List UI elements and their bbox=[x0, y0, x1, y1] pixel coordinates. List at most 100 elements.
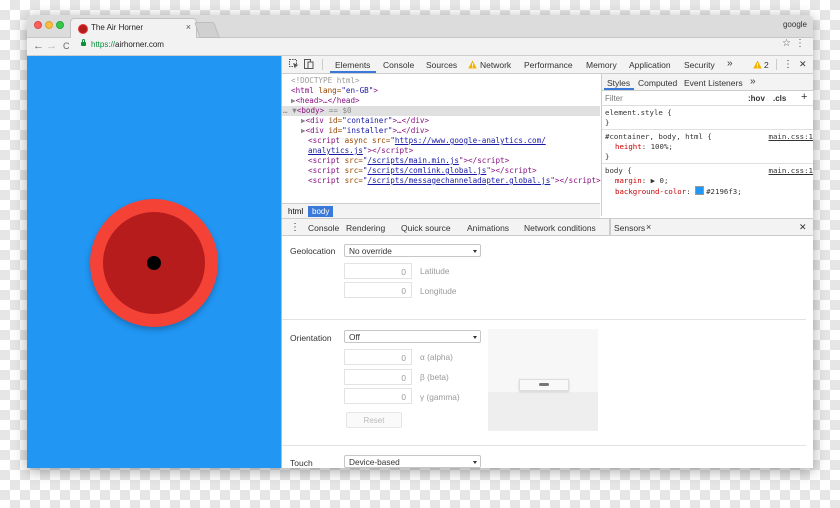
reload-icon[interactable]: C bbox=[63, 39, 70, 53]
dom-node-script-main[interactable]: <script src="/scripts/main.min.js"></scr… bbox=[308, 156, 509, 165]
tab-console[interactable]: Console bbox=[383, 60, 414, 70]
tab-security[interactable]: Security bbox=[684, 60, 715, 70]
tab-network[interactable]: Network bbox=[480, 60, 511, 70]
rule-selector[interactable]: #container, body, html { bbox=[605, 132, 712, 141]
tag-name: body bbox=[301, 106, 320, 115]
longitude-input[interactable]: 0 bbox=[344, 282, 412, 298]
touch-select[interactable]: Device-based bbox=[344, 455, 481, 468]
class-toggle[interactable]: .cls bbox=[773, 94, 786, 103]
tab-close-icon[interactable]: × bbox=[186, 22, 191, 32]
breadcrumb-html[interactable]: html bbox=[284, 206, 307, 217]
dom-node-head[interactable]: ▶<head>…</head> bbox=[291, 96, 360, 105]
back-arrow-icon[interactable]: ← bbox=[33, 39, 44, 53]
rule-source-link[interactable]: main.css:1 bbox=[769, 132, 814, 141]
drawer-tab-sensors[interactable]: Sensors × bbox=[609, 219, 651, 235]
dom-node-div-container[interactable]: ▶<div id="container">…</div> bbox=[301, 116, 429, 125]
more-panes-button[interactable]: » bbox=[750, 76, 756, 87]
page-viewport bbox=[27, 56, 281, 468]
script-src-link[interactable]: analytics.js bbox=[308, 146, 363, 155]
warning-count-icon bbox=[753, 60, 762, 69]
color-swatch[interactable] bbox=[695, 186, 705, 195]
css-declaration[interactable]: height: 100%; bbox=[615, 142, 673, 151]
profile-name[interactable]: google bbox=[783, 20, 807, 29]
tab-computed[interactable]: Computed bbox=[638, 78, 677, 88]
tab-elements[interactable]: Elements bbox=[335, 60, 370, 70]
devtools-menu-icon[interactable]: ⋮ bbox=[783, 59, 793, 70]
rule-source-link[interactable]: main.css:1 bbox=[769, 166, 814, 175]
selected-node-marker: == $0 bbox=[324, 106, 352, 115]
styles-filter-input[interactable]: Filter bbox=[605, 94, 623, 103]
hover-state-toggle[interactable]: :hov bbox=[748, 94, 765, 103]
script-src-link[interactable]: /scripts/messagechanneladapter.global.js bbox=[367, 176, 550, 185]
device-toolbar-icon[interactable] bbox=[304, 59, 314, 69]
dom-node-script-analytics[interactable]: <script async src="https://www.google-an… bbox=[308, 136, 546, 145]
tag-punct: "></ bbox=[486, 166, 505, 175]
bookmark-star-icon[interactable]: ☆ bbox=[782, 38, 791, 49]
more-tabs-button[interactable]: » bbox=[727, 58, 733, 69]
expand-shorthand-icon[interactable]: ▶ bbox=[651, 176, 660, 185]
drawer-tab-rendering[interactable]: Rendering bbox=[346, 223, 385, 233]
reset-orientation-button[interactable]: Reset bbox=[346, 412, 402, 428]
address-bar[interactable]: https://airhorner.com bbox=[79, 39, 779, 53]
tab-performance[interactable]: Performance bbox=[524, 60, 573, 70]
element-style-rule[interactable]: element.style { bbox=[605, 108, 672, 117]
drawer-tab-console[interactable]: Console bbox=[308, 223, 339, 233]
tag-name: script bbox=[477, 156, 505, 165]
drawer-tab-quick-source[interactable]: Quick source bbox=[401, 223, 451, 233]
orientation-select[interactable]: Off bbox=[344, 330, 481, 343]
dom-node-div-installer[interactable]: ▶<div id="installer">…</div> bbox=[301, 126, 429, 135]
sensors-tab-close-icon[interactable]: × bbox=[646, 222, 651, 232]
tab-memory[interactable]: Memory bbox=[586, 60, 617, 70]
styles-pane-tabs: Styles Computed Event Listeners » bbox=[602, 74, 813, 91]
tag-punct: >…</ bbox=[392, 116, 411, 125]
latitude-input[interactable]: 0 bbox=[344, 263, 412, 279]
zoom-window-button[interactable] bbox=[56, 21, 64, 29]
warning-triangle-icon bbox=[468, 60, 477, 69]
tag-punct: "></ bbox=[458, 156, 478, 165]
devtools-close-icon[interactable]: ✕ bbox=[799, 59, 807, 70]
dom-node-body[interactable]: … ▼<body> == $0 bbox=[283, 106, 352, 115]
geolocation-select[interactable]: No override bbox=[344, 244, 481, 257]
attr-name: id= bbox=[323, 126, 343, 135]
new-rule-plus-icon[interactable]: + bbox=[801, 91, 807, 103]
drawer-tab-network-conditions[interactable]: Network conditions bbox=[524, 223, 596, 233]
forward-arrow-icon[interactable]: → bbox=[46, 39, 57, 53]
dom-node-script-analytics-cont[interactable]: analytics.js"></script> bbox=[308, 146, 413, 155]
toolbar-divider bbox=[322, 59, 323, 70]
tab-application[interactable]: Application bbox=[629, 60, 671, 70]
drawer-menu-icon[interactable]: ⋮ bbox=[290, 222, 300, 233]
dom-node-doctype[interactable]: <!DOCTYPE html> bbox=[291, 76, 360, 85]
browser-menu-icon[interactable]: ⋮ bbox=[795, 38, 805, 49]
script-src-link[interactable]: /scripts/main.min.js bbox=[367, 156, 458, 165]
script-src-link[interactable]: /scripts/comlink.global.js bbox=[367, 166, 486, 175]
inspect-element-icon[interactable] bbox=[289, 59, 299, 69]
minimize-window-button[interactable] bbox=[45, 21, 53, 29]
tab-styles[interactable]: Styles bbox=[607, 78, 630, 88]
gamma-input[interactable]: 0 bbox=[344, 388, 412, 404]
new-tab-button[interactable] bbox=[194, 22, 220, 38]
tag-punct: "></ bbox=[550, 176, 569, 185]
browser-tab[interactable]: The Air Horner × bbox=[70, 18, 197, 38]
breadcrumb-body[interactable]: body bbox=[308, 206, 334, 217]
tab-sources[interactable]: Sources bbox=[426, 60, 457, 70]
drawer-close-icon[interactable]: ✕ bbox=[799, 222, 807, 233]
drawer-tab-animations[interactable]: Animations bbox=[467, 223, 509, 233]
tab-event-listeners[interactable]: Event Listeners bbox=[684, 78, 743, 88]
title-bar: The Air Horner × google bbox=[27, 15, 813, 38]
orientation-preview[interactable] bbox=[488, 329, 598, 431]
attr-value: "installer" bbox=[342, 126, 393, 135]
script-src-link[interactable]: https://www.google-analytics.com/ bbox=[395, 136, 546, 145]
dom-node-script-adapter[interactable]: <script src="/scripts/messagechanneladap… bbox=[308, 176, 601, 185]
elements-tree[interactable]: <!DOCTYPE html> <html lang="en-GB"> ▶<he… bbox=[282, 74, 601, 202]
dom-node-script-comlink[interactable]: <script src="/scripts/comlink.global.js"… bbox=[308, 166, 537, 175]
css-declaration[interactable]: margin: ▶ 0; bbox=[615, 176, 668, 185]
dom-node-html[interactable]: <html lang="en-GB"> bbox=[291, 86, 378, 95]
css-declaration[interactable]: background-color: #2196f3; bbox=[615, 186, 742, 196]
device-model[interactable] bbox=[519, 379, 569, 391]
warning-count[interactable]: 2 bbox=[764, 60, 769, 70]
beta-input[interactable]: 0 bbox=[344, 369, 412, 385]
close-window-button[interactable] bbox=[34, 21, 42, 29]
rule-selector[interactable]: body { bbox=[605, 166, 632, 175]
alpha-input[interactable]: 0 bbox=[344, 349, 412, 365]
toolbar-divider bbox=[776, 59, 777, 70]
